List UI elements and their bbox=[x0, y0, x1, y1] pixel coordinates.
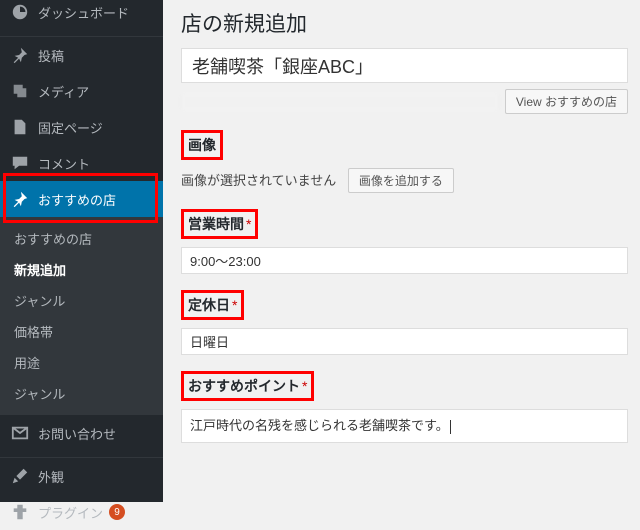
sidebar-item-posts[interactable]: 投稿 bbox=[0, 37, 163, 73]
view-post-button[interactable]: View おすすめの店 bbox=[505, 89, 628, 114]
sidebar-item-appearance[interactable]: 外観 bbox=[0, 458, 163, 494]
sidebar-label: お問い合わせ bbox=[38, 424, 116, 443]
page-title: 店の新規追加 bbox=[181, 8, 628, 38]
mail-icon bbox=[10, 423, 30, 443]
sidebar-item-plugins[interactable]: プラグイン 9 bbox=[0, 494, 163, 530]
sidebar-item-recommended[interactable]: おすすめの店 bbox=[0, 181, 163, 217]
permalink-text bbox=[181, 93, 499, 111]
sidebar-sub-genre2[interactable]: ジャンル bbox=[0, 378, 163, 409]
admin-sidebar: ダッシュボード 投稿 メディア 固定ページ コメント おすすめの店 おすすめの店… bbox=[0, 0, 163, 502]
sidebar-item-pages[interactable]: 固定ページ bbox=[0, 109, 163, 145]
media-icon bbox=[10, 81, 30, 101]
sidebar-item-comments[interactable]: コメント bbox=[0, 145, 163, 181]
hours-input[interactable] bbox=[181, 247, 628, 274]
sidebar-sub-list[interactable]: おすすめの店 bbox=[0, 223, 163, 254]
sidebar-sub-price[interactable]: 価格帯 bbox=[0, 316, 163, 347]
sidebar-sub-add[interactable]: 新規追加 bbox=[0, 254, 163, 285]
sidebar-label: 外観 bbox=[38, 467, 64, 486]
required-mark: * bbox=[246, 216, 251, 232]
closed-input[interactable] bbox=[181, 328, 628, 355]
field-label-closed: 定休日* bbox=[181, 290, 244, 320]
sidebar-label: プラグイン bbox=[38, 503, 103, 522]
sidebar-sub-purpose[interactable]: 用途 bbox=[0, 347, 163, 378]
sidebar-submenu: おすすめの店 新規追加 ジャンル 価格帯 用途 ジャンル bbox=[0, 217, 163, 415]
pin-icon bbox=[10, 45, 30, 65]
sidebar-item-media[interactable]: メディア bbox=[0, 73, 163, 109]
point-textarea[interactable]: 江戸時代の名残を感じられる老舗喫茶です。 bbox=[181, 409, 628, 443]
field-label-image: 画像 bbox=[181, 130, 223, 160]
field-label-point: おすすめポイント* bbox=[181, 371, 314, 401]
required-mark: * bbox=[232, 297, 237, 313]
sidebar-label: ダッシュボード bbox=[38, 3, 129, 22]
plugin-icon bbox=[10, 502, 30, 522]
sidebar-item-dashboard[interactable]: ダッシュボード bbox=[0, 0, 163, 30]
required-mark: * bbox=[302, 378, 307, 394]
main-content: 店の新規追加 View おすすめの店 画像 画像が選択されていません 画像を追加… bbox=[163, 0, 640, 502]
add-image-button[interactable]: 画像を追加する bbox=[348, 168, 454, 193]
text-caret bbox=[450, 420, 451, 434]
pin-icon bbox=[10, 189, 30, 209]
sidebar-label: メディア bbox=[38, 82, 89, 101]
field-label-hours: 営業時間* bbox=[181, 209, 258, 239]
post-title-input[interactable] bbox=[181, 48, 628, 83]
dashboard-icon bbox=[10, 2, 30, 22]
no-image-text: 画像が選択されていません bbox=[181, 173, 336, 188]
sidebar-sub-genre[interactable]: ジャンル bbox=[0, 285, 163, 316]
page-icon bbox=[10, 117, 30, 137]
sidebar-label: 固定ページ bbox=[38, 118, 103, 137]
brush-icon bbox=[10, 466, 30, 486]
comment-icon bbox=[10, 153, 30, 173]
sidebar-item-contact[interactable]: お問い合わせ bbox=[0, 415, 163, 451]
sidebar-label: コメント bbox=[38, 154, 90, 173]
sidebar-label: 投稿 bbox=[38, 46, 64, 65]
sidebar-label: おすすめの店 bbox=[38, 190, 116, 209]
update-badge: 9 bbox=[109, 504, 125, 520]
